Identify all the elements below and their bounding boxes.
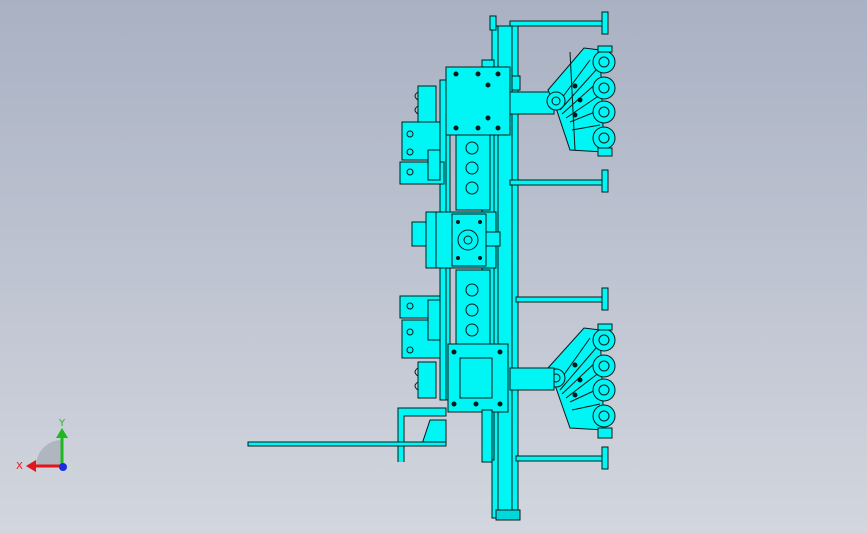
triad-y-label: Y <box>58 418 66 429</box>
triad-x-arrow <box>26 460 36 472</box>
triad-sector <box>36 440 62 466</box>
triad-x-label: X <box>16 461 23 472</box>
perforated-lower-plate <box>455 269 491 346</box>
left-clamp-upper <box>399 85 445 185</box>
coordinate-triad: Y X <box>16 418 68 472</box>
lower-motor-mount <box>447 343 509 413</box>
left-clamp-lower <box>399 295 441 399</box>
upper-mount-plate <box>445 66 555 136</box>
triad-z-axis <box>59 463 67 471</box>
cad-viewport[interactable]: Y X <box>0 0 867 533</box>
lower-roller-bracket <box>509 327 605 431</box>
central-gearbox <box>411 211 501 269</box>
bottom-support-bracket <box>247 407 493 463</box>
perforated-upper-plate <box>455 134 491 211</box>
cad-model-drawing: Y X <box>16 11 616 521</box>
triad-y-arrow <box>56 428 68 438</box>
